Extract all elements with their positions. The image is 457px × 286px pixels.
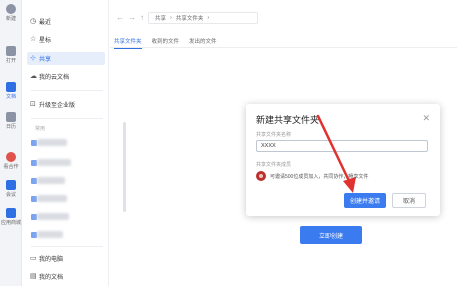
sidebar-label-upgrade: 升级至企业版 — [39, 103, 76, 109]
folder-icon — [6, 46, 16, 56]
folder-name-label: 共享文件夹名称 — [256, 132, 292, 138]
folder-name-input[interactable] — [256, 140, 428, 152]
list-item[interactable] — [37, 139, 67, 146]
rail-item-open[interactable]: 打开 — [0, 46, 22, 64]
rail-label-calendar: 日历 — [5, 124, 16, 130]
document-icon — [6, 82, 16, 92]
clock-icon: ◷ — [30, 18, 37, 25]
sidebar-label-cloud-docs: 我的云文档 — [39, 75, 70, 81]
new-shared-folder-dialog: 新建共享文件夹 ✕ 共享文件夹名称 共享文件夹成员 可邀请500位成员加入，共同… — [246, 104, 440, 216]
sidebar-item-cloud-docs[interactable]: ☁ 我的云文档 — [27, 70, 105, 83]
cloud-icon: ☁ — [30, 73, 37, 80]
rail-item-calendar[interactable]: 日历 — [0, 112, 22, 130]
calendar-icon — [6, 112, 16, 122]
rail-label-new: 新建 — [5, 16, 16, 22]
video-icon — [6, 180, 16, 190]
breadcrumb-item-shared[interactable]: 共享 — [155, 14, 166, 22]
star-icon: ☆ — [30, 36, 37, 43]
sidebar: ◷ 最近 ☆ 星标 ⊹ 共享 ☁ 我的云文档 ⊡ 升级至企业版 常用 ▭ 我的电… — [23, 0, 126, 286]
create-now-button[interactable]: 立即创建 — [300, 226, 362, 244]
plus-circle-icon — [6, 4, 16, 14]
my-documents-icon: ▤ — [30, 273, 37, 280]
list-item[interactable] — [37, 177, 65, 184]
rail-label-apps: 应用商城 — [0, 220, 21, 226]
list-item[interactable] — [37, 195, 67, 202]
app-rail: 新建 打开 文档 日历 看合作 会议 应用商城 — [0, 0, 22, 286]
members-hint: 可邀请500位成员加入，共同协作，畅享文件 — [270, 173, 369, 180]
sidebar-scrollbar[interactable] — [123, 122, 126, 212]
arrow-up-icon[interactable]: ↑ — [140, 13, 144, 22]
members-label: 共享文件夹成员 — [256, 162, 292, 168]
tab-divider — [110, 47, 457, 48]
sidebar-item-my-computer[interactable]: ▭ 我的电脑 — [27, 252, 105, 265]
member-row: 可邀请500位成员加入，共同协作，畅享文件 — [256, 171, 368, 181]
rail-item-docs[interactable]: 文档 — [0, 82, 22, 100]
breadcrumb-item-shared-folder[interactable]: 共享文件夹 — [176, 14, 204, 22]
sidebar-divider — [31, 118, 103, 119]
sidebar-divider — [31, 90, 103, 91]
list-item[interactable] — [37, 159, 71, 166]
dialog-title: 新建共享文件夹 — [256, 115, 320, 125]
arrow-left-icon[interactable]: ← — [116, 13, 124, 22]
avatar — [256, 171, 266, 181]
list-item[interactable] — [37, 213, 69, 220]
toolbar: ← → ↑ 共享 › 共享文件夹 › — [110, 10, 457, 26]
upgrade-icon: ⊡ — [30, 101, 36, 108]
arrow-right-icon[interactable]: → — [128, 13, 136, 22]
rail-item-meeting[interactable]: 会议 — [0, 180, 22, 198]
sidebar-item-starred[interactable]: ☆ 星标 — [27, 33, 105, 46]
rail-label-open: 打开 — [5, 58, 16, 64]
sidebar-label-starred: 星标 — [39, 38, 52, 44]
sidebar-divider — [31, 246, 103, 247]
rail-item-new[interactable]: 新建 — [0, 4, 22, 22]
sidebar-item-recent[interactable]: ◷ 最近 — [27, 15, 105, 28]
collaborate-icon — [6, 152, 16, 162]
breadcrumb: 共享 › 共享文件夹 › — [148, 12, 258, 24]
sidebar-label-my-computer: 我的电脑 — [39, 257, 64, 263]
list-item[interactable] — [37, 231, 63, 238]
rail-item-collaborate[interactable]: 看合作 — [0, 152, 22, 170]
chevron-right-icon: › — [170, 15, 172, 21]
chevron-right-icon: › — [207, 15, 210, 21]
sidebar-label-my-documents: 我的文档 — [39, 275, 64, 281]
sidebar-label-shared: 共享 — [39, 57, 52, 63]
create-and-invite-button[interactable]: 创建并邀请 — [344, 193, 386, 208]
sidebar-item-shared[interactable]: ⊹ 共享 — [27, 52, 105, 65]
computer-icon: ▭ — [30, 255, 37, 262]
rail-item-apps[interactable]: 应用商城 — [0, 208, 22, 226]
sidebar-item-my-documents[interactable]: ▤ 我的文档 — [27, 270, 105, 283]
apps-icon — [6, 208, 16, 218]
sidebar-label-recent: 最近 — [39, 20, 52, 26]
share-icon: ⊹ — [30, 55, 36, 62]
cancel-button[interactable]: 取消 — [392, 193, 426, 208]
rail-label-collaborate: 看合作 — [3, 164, 19, 170]
sidebar-section-label: 常用 — [35, 126, 46, 132]
rail-label-docs: 文档 — [5, 94, 16, 100]
sidebar-item-upgrade[interactable]: ⊡ 升级至企业版 — [27, 98, 105, 111]
close-icon[interactable]: ✕ — [422, 113, 430, 124]
rail-label-meeting: 会议 — [5, 192, 16, 198]
